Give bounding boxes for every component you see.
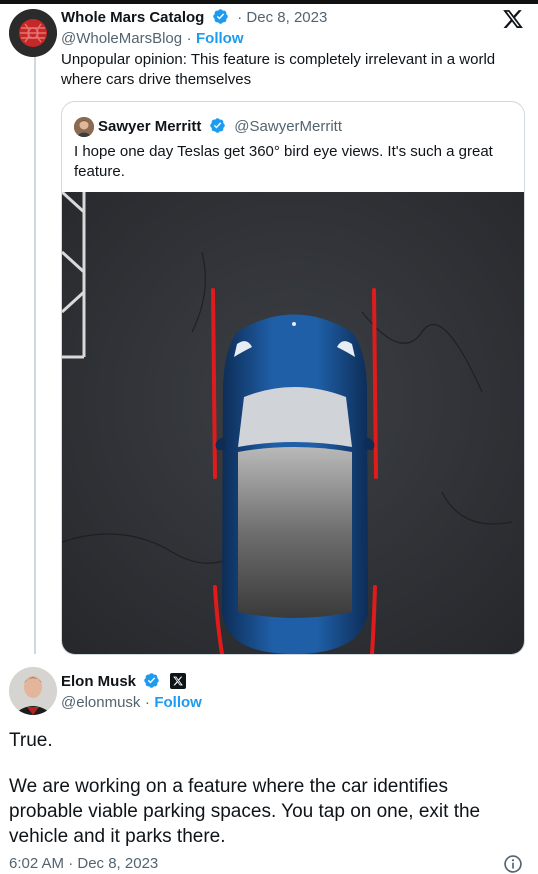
tweet1-text-line: Unpopular opinion: This feature is compl… — [61, 51, 496, 68]
verified-badge-icon — [210, 118, 225, 133]
person-avatar-icon — [74, 117, 94, 137]
avatar-sawyer-merritt — [74, 117, 94, 137]
info-icon[interactable] — [503, 854, 523, 874]
verified-badge-icon — [213, 9, 228, 24]
tweet2-text-line: vehicle and it parks there. — [9, 826, 226, 847]
quote-text-line: feature. — [74, 163, 125, 180]
avatar-elon-musk[interactable] — [9, 667, 57, 715]
tweet2-header: Elon Musk — [61, 672, 186, 691]
tweet-timestamp[interactable]: 6:02 AM · Dec 8, 2023 — [9, 855, 158, 872]
quote-text: I hope one day Teslas get 360° bird eye … — [74, 142, 493, 182]
whole-mars-logo-icon — [9, 9, 57, 57]
avatar-whole-mars[interactable] — [9, 9, 57, 57]
tesla-parking-photo[interactable] — [62, 192, 524, 654]
quote-author-handle[interactable]: @SawyerMerritt — [234, 118, 342, 135]
tweet1-text-line: where cars drive themselves — [61, 71, 252, 88]
tweet2-text-line: probable viable parking spaces. You tap … — [9, 801, 481, 822]
separator-dot: · — [186, 30, 192, 47]
author-handle[interactable]: @elonmusk — [61, 694, 140, 711]
quoted-tweet-card[interactable]: Sawyer Merritt @SawyerMerritt I hope one… — [61, 101, 525, 655]
tweet1-header: Whole Mars Catalog · Dec 8, 2023 — [61, 8, 327, 27]
author-name[interactable]: Elon Musk — [61, 673, 136, 690]
author-name[interactable]: Whole Mars Catalog — [61, 9, 204, 26]
car-shape — [215, 314, 375, 654]
person-avatar-icon — [9, 667, 57, 715]
tweet-date[interactable]: · Dec 8, 2023 — [237, 9, 327, 26]
quote-header: Sawyer Merritt @SawyerMerritt — [98, 117, 342, 136]
tweet1-text: Unpopular opinion: This feature is compl… — [61, 50, 495, 90]
separator-dot: · — [144, 694, 150, 711]
thread-connector-line — [34, 56, 36, 654]
quote-text-line: I hope one day Teslas get 360° bird eye … — [74, 143, 493, 160]
x-logo-icon[interactable] — [502, 8, 524, 30]
verified-badge-icon — [144, 673, 160, 688]
author-handle[interactable]: @WholeMarsBlog — [61, 30, 182, 47]
follow-button[interactable]: Follow — [154, 694, 202, 711]
affiliation-x-badge-icon — [169, 673, 186, 689]
tweet2-text-line: We are working on a feature where the ca… — [9, 776, 448, 797]
tweet2-handle-row: @elonmusk · Follow — [61, 694, 202, 712]
top-bar — [0, 0, 538, 4]
tweet1-handle-row: @WholeMarsBlog · Follow — [61, 30, 244, 48]
follow-button[interactable]: Follow — [196, 30, 244, 47]
quote-author-name[interactable]: Sawyer Merritt — [98, 118, 201, 135]
tweet2-text-line: True. — [9, 730, 53, 751]
